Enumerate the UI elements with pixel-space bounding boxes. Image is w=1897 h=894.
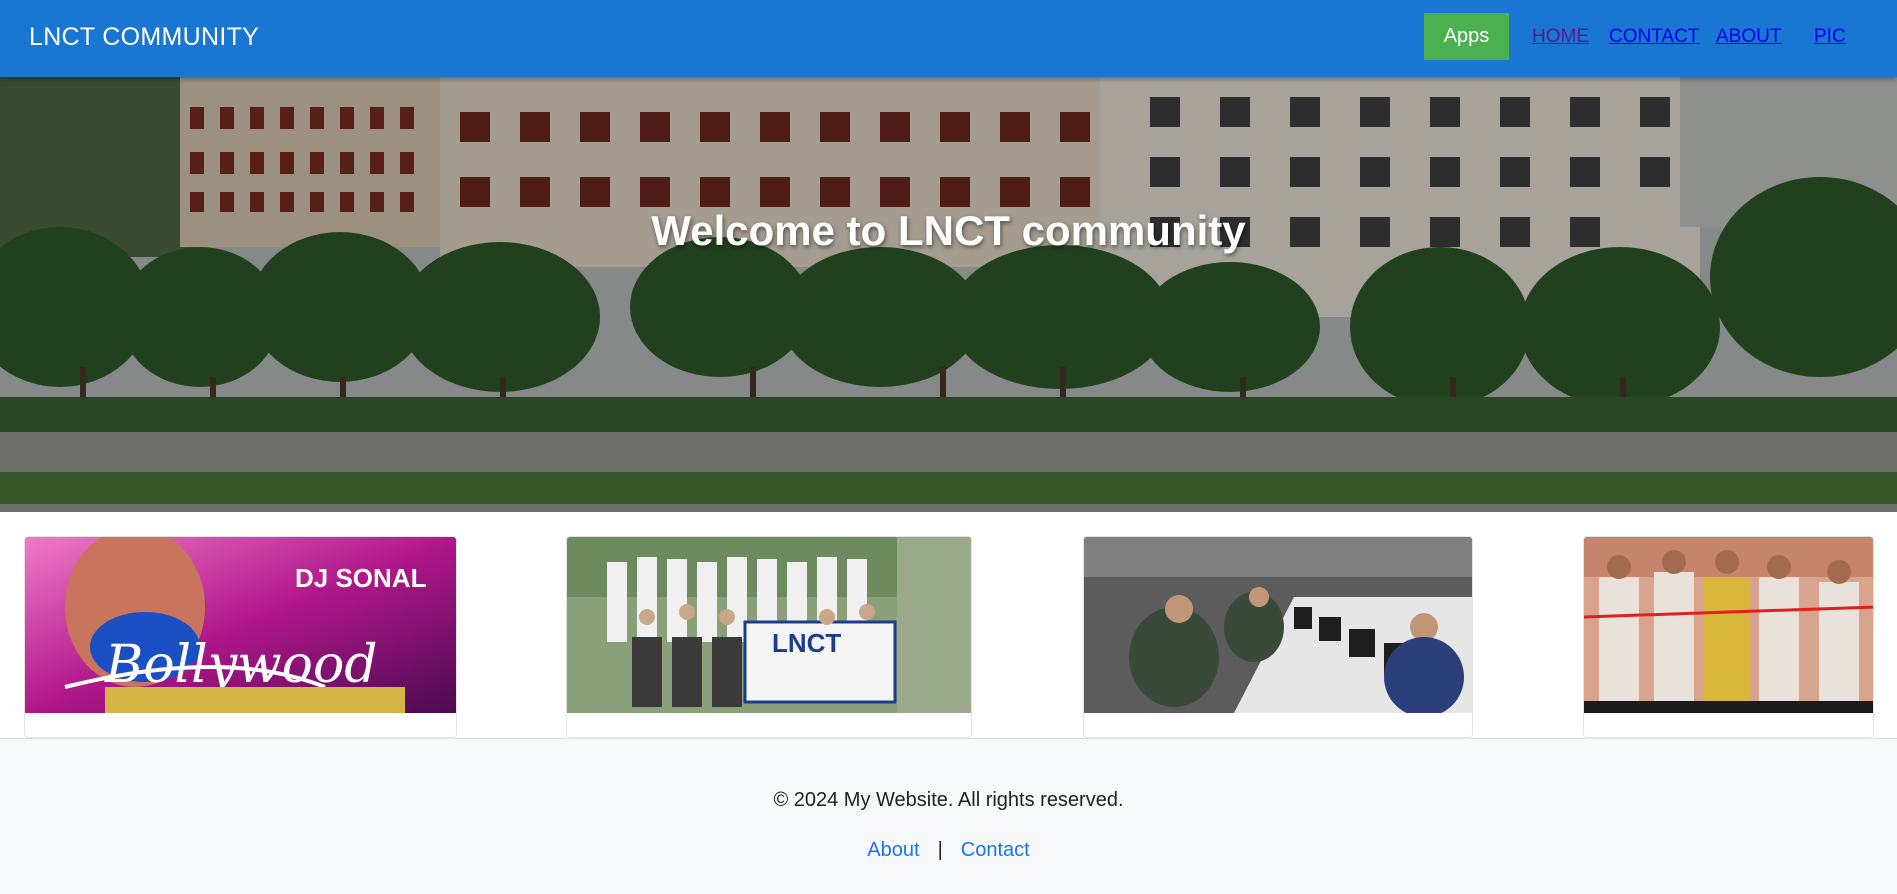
copyright-text: © 2024 My Website. All rights reserved. xyxy=(773,789,1124,811)
card-drone-lab[interactable] xyxy=(1583,536,1874,738)
footer-contact-link[interactable]: Contact xyxy=(961,839,1030,861)
card-computer-lab[interactable] xyxy=(1083,536,1473,738)
computer-lab-image[interactable] xyxy=(1084,537,1473,713)
nav-link-pic[interactable]: PIC xyxy=(1814,26,1846,48)
nav-link-about[interactable]: ABOUT xyxy=(1716,26,1781,48)
nav-link-contact[interactable]: CONTACT xyxy=(1609,26,1699,48)
site-brand[interactable]: LNCT COMMUNITY xyxy=(29,23,259,52)
card-1-overlay-brand: DJ SONAL xyxy=(295,563,427,593)
hero-banner: Welcome to LNCT community xyxy=(0,77,1897,504)
card-bollywood-night[interactable]: DJ SONAL Bollywood xyxy=(24,536,457,738)
card-ncc-naval[interactable]: LNCT xyxy=(566,536,972,738)
ncc-naval-image[interactable]: LNCT xyxy=(567,537,972,713)
bollywood-night-image[interactable]: DJ SONAL Bollywood xyxy=(25,537,457,713)
apps-button[interactable]: Apps xyxy=(1424,13,1509,60)
card-2-overlay-logo: LNCT xyxy=(772,628,841,658)
page-footer: © 2024 My Website. All rights reserved. … xyxy=(0,738,1897,894)
nav-link-home[interactable]: HOME xyxy=(1532,26,1589,48)
hero-title: Welcome to LNCT community xyxy=(651,207,1246,254)
footer-about-link[interactable]: About xyxy=(867,839,919,861)
card-1-overlay-title: Bollywood xyxy=(104,635,378,695)
footer-links: About | Contact xyxy=(0,839,1897,862)
hero-divider xyxy=(0,504,1897,512)
top-navbar: LNCT COMMUNITY Apps HOME CONTACT ABOUT P… xyxy=(0,0,1897,77)
drone-lab-image[interactable] xyxy=(1584,537,1874,713)
footer-separator: | xyxy=(937,839,943,861)
